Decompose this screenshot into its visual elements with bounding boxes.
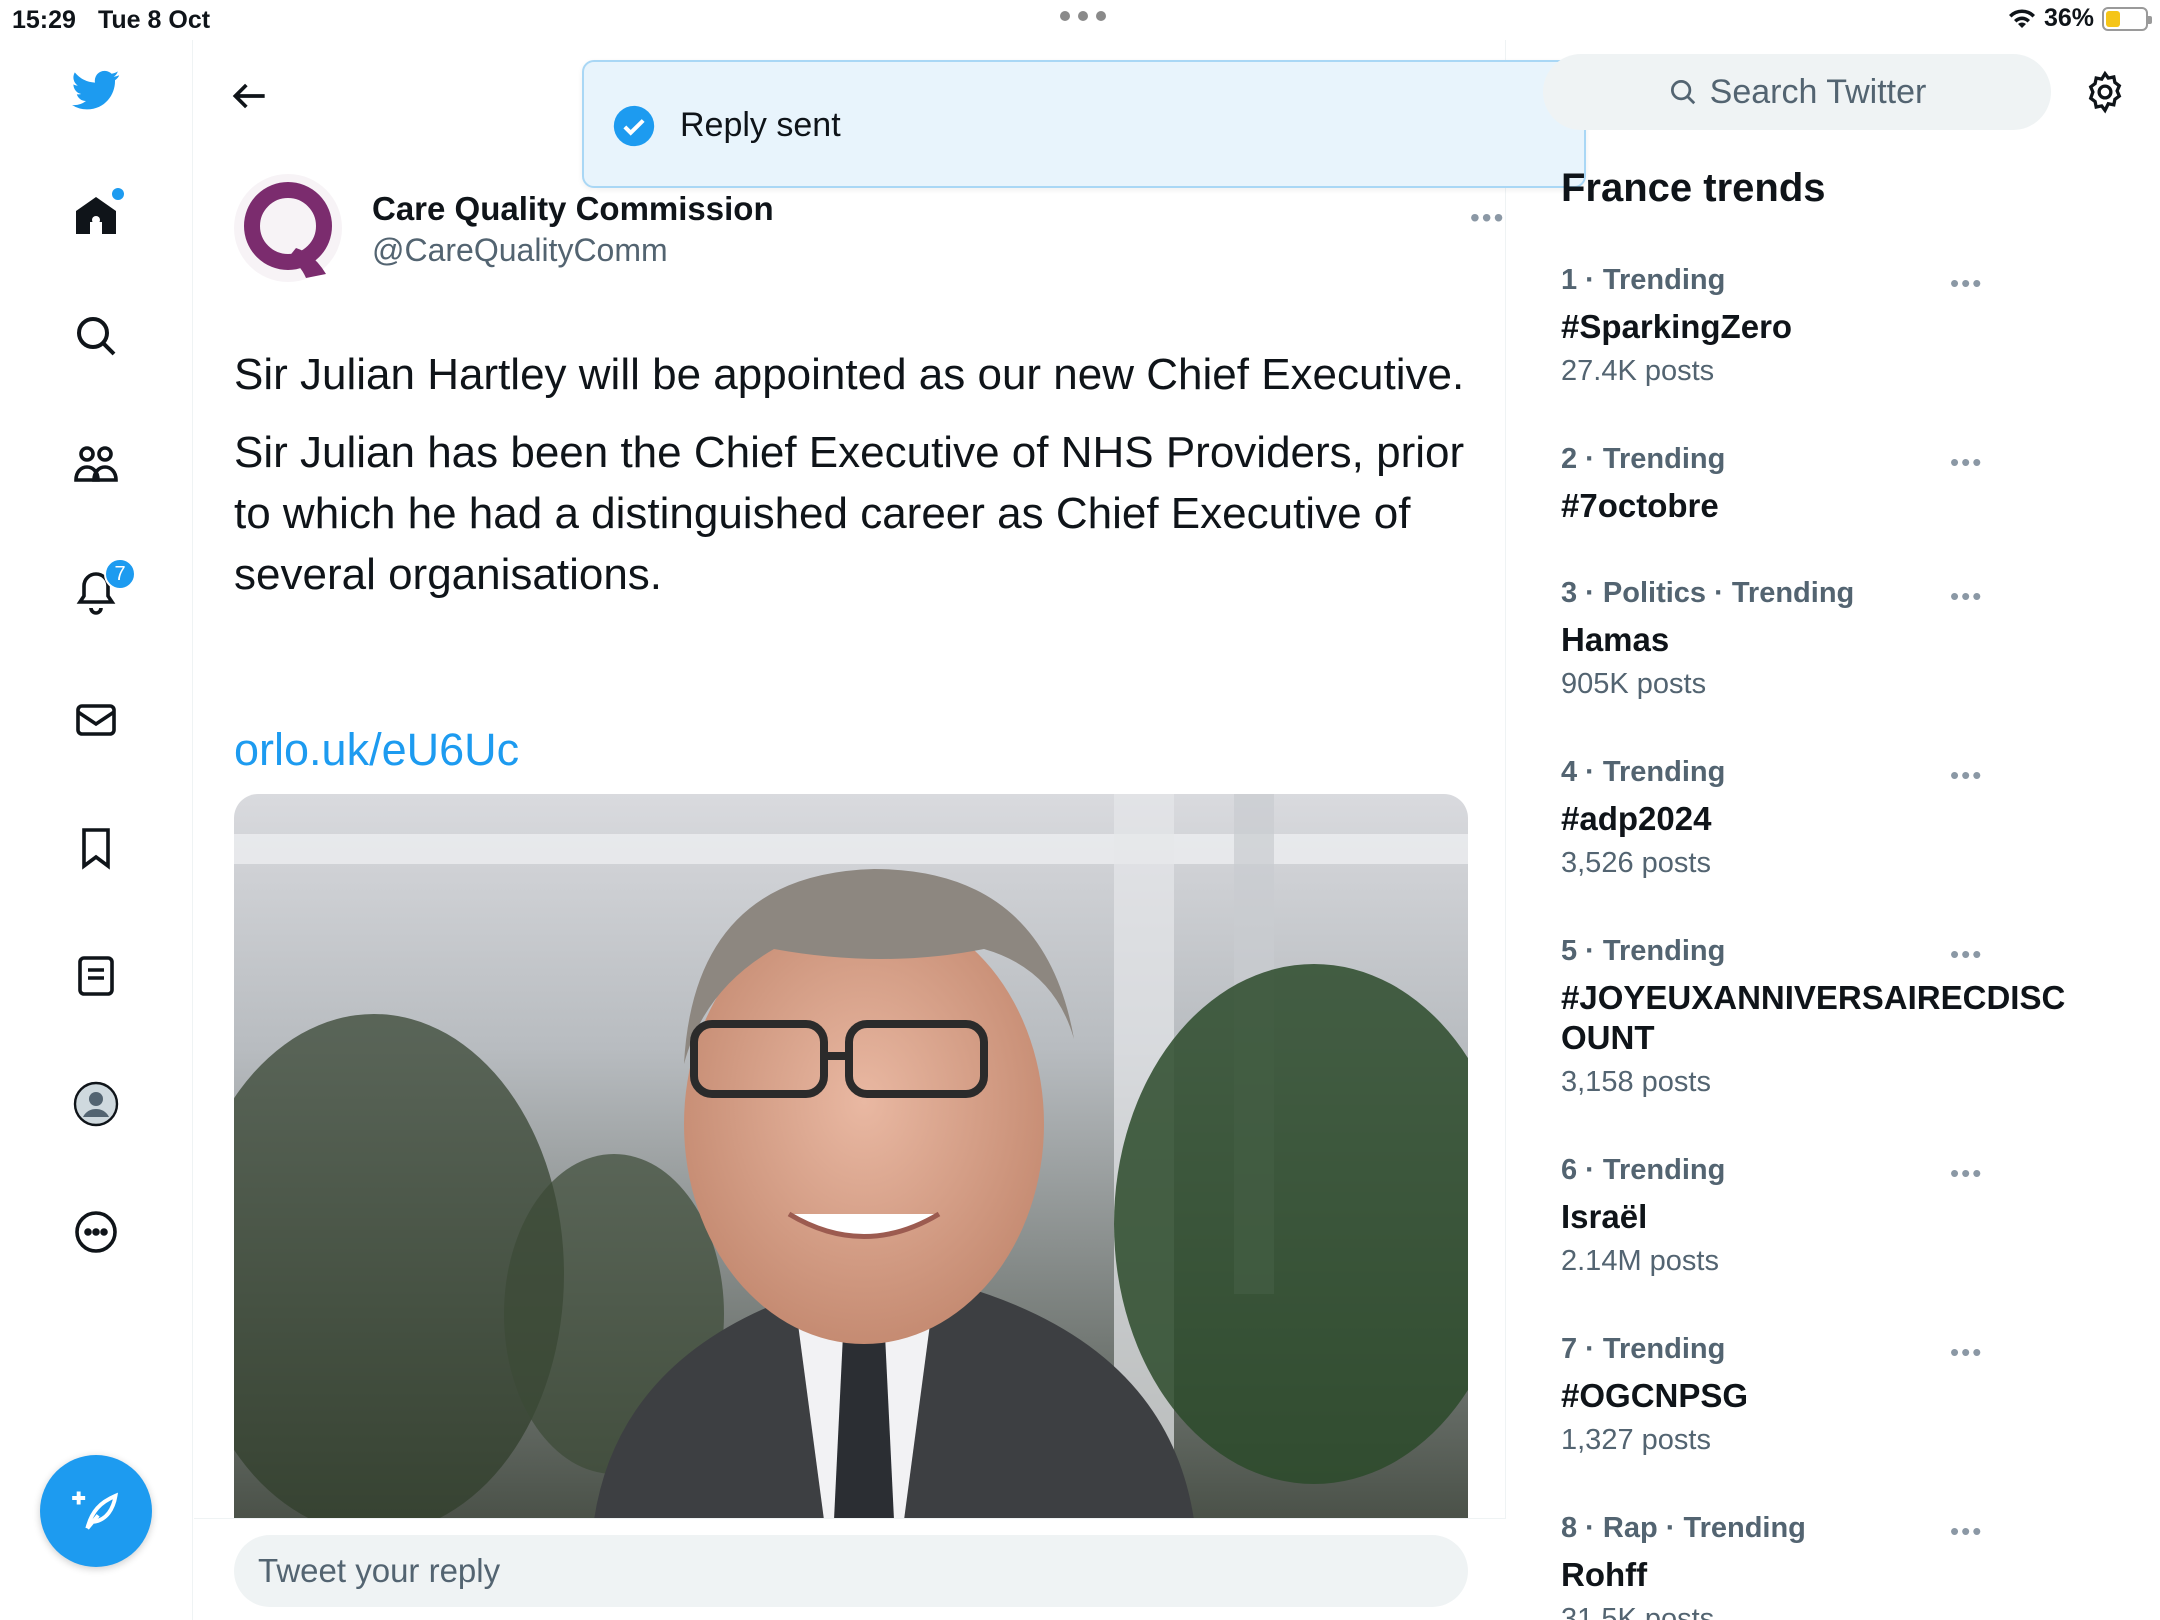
trend-item[interactable]: 6 · Trending Israël 2.14M posts: [1561, 1154, 2121, 1278]
trends-title: France trends: [1561, 166, 1826, 210]
search-icon[interactable]: [70, 310, 122, 362]
trend-item[interactable]: 3 · Politics · Trending Hamas 905K posts: [1561, 577, 2121, 701]
status-indicators: 36%: [2008, 4, 2152, 33]
multitasking-dots-icon[interactable]: [1060, 6, 1106, 26]
toast-message: Reply sent: [680, 106, 841, 144]
trend-item[interactable]: 8 · Rap · Trending Rohff 31.5K posts: [1561, 1512, 2121, 1620]
settings-button[interactable]: [2077, 64, 2133, 120]
trend-more-button[interactable]: •••: [1950, 581, 1983, 612]
trend-name: Israël: [1561, 1198, 1648, 1235]
tweet-author: Care Quality Commission @CareQualityComm…: [234, 170, 1503, 290]
messages-icon[interactable]: [70, 694, 122, 746]
profile-icon[interactable]: [70, 1078, 122, 1130]
trend-count: 905K posts: [1561, 668, 1707, 700]
compose-tweet-icon: [72, 1491, 119, 1530]
left-navigation: 7: [0, 40, 193, 1620]
home-icon[interactable]: [70, 188, 124, 242]
trend-item[interactable]: 4 · Trending #adp2024 3,526 posts: [1561, 756, 2121, 880]
tweet-text: Sir Julian Hartley will be appointed as …: [234, 344, 1474, 622]
trend-name: #JOYEUXANNIVERSAIRECDISCOUNT: [1561, 979, 2066, 1056]
tweet-paragraph: Sir Julian has been the Chief Executive …: [234, 428, 1465, 599]
trend-count: 27.4K posts: [1561, 355, 1715, 387]
notification-badge: 7: [104, 558, 136, 590]
trend-more-button[interactable]: •••: [1950, 447, 1983, 478]
trend-more-button[interactable]: •••: [1950, 1158, 1983, 1189]
reply-sent-toast: Reply sent: [582, 60, 1586, 188]
checkmark-circle-icon: [613, 105, 655, 147]
author-handle[interactable]: @CareQualityComm: [372, 232, 668, 269]
trend-more-button[interactable]: •••: [1950, 939, 1983, 970]
trend-item[interactable]: 7 · Trending #OGCNPSG 1,327 posts: [1561, 1333, 2121, 1457]
reply-input[interactable]: [234, 1535, 1468, 1607]
trend-item[interactable]: 5 · Trending #JOYEUXANNIVERSAIRECDISCOUN…: [1561, 935, 2121, 1099]
tweet-photo[interactable]: [234, 794, 1468, 1520]
home-unread-dot: [112, 188, 124, 200]
tweet-paragraph: Sir Julian Hartley will be appointed as …: [234, 350, 1465, 399]
search-icon: [1670, 80, 1695, 105]
trend-count: 3,158 posts: [1561, 1066, 1711, 1098]
search-placeholder: Search Twitter: [1709, 72, 1927, 111]
notifications-icon[interactable]: 7: [70, 558, 136, 618]
trend-meta: 5 · Trending: [1561, 935, 1726, 967]
trend-count: 2.14M posts: [1561, 1245, 1719, 1277]
trend-name: #7octobre: [1561, 487, 1719, 524]
bookmarks-icon[interactable]: [70, 822, 122, 874]
trend-more-button[interactable]: •••: [1950, 1337, 1983, 1368]
trend-count: 31.5K posts: [1561, 1603, 1715, 1620]
trend-meta: 6 · Trending: [1561, 1154, 1726, 1186]
lists-icon[interactable]: [70, 950, 122, 1002]
battery-percent: 36%: [2043, 4, 2094, 32]
trend-more-button[interactable]: •••: [1950, 268, 1983, 299]
author-name[interactable]: Care Quality Commission: [372, 190, 774, 228]
communities-icon[interactable]: [70, 438, 122, 490]
trend-meta: 4 · Trending: [1561, 756, 1726, 788]
trend-meta: 3 · Politics · Trending: [1561, 577, 1855, 609]
search-twitter-input[interactable]: Search Twitter: [1543, 54, 2051, 130]
trend-item[interactable]: 2 · Trending #7octobre: [1561, 443, 2121, 526]
tweet-detail: Care Quality Commission @CareQualityComm…: [194, 40, 1506, 1620]
tweet-link[interactable]: orlo.uk/eU6Uc: [234, 724, 519, 776]
trend-more-button[interactable]: •••: [1950, 1516, 1983, 1547]
twitter-bird-icon[interactable]: [70, 64, 122, 116]
trend-item[interactable]: 1 · Trending #SparkingZero 27.4K posts: [1561, 264, 2121, 388]
back-arrow-icon: [232, 83, 265, 109]
trend-name: #OGCNPSG: [1561, 1377, 1749, 1414]
trend-more-button[interactable]: •••: [1950, 760, 1983, 791]
status-time: 15:29: [12, 6, 76, 34]
trend-name: Hamas: [1561, 621, 1670, 658]
compose-tweet-button[interactable]: [40, 1455, 152, 1567]
trend-meta: 7 · Trending: [1561, 1333, 1726, 1365]
trend-count: 1,327 posts: [1561, 1424, 1711, 1456]
back-button[interactable]: [222, 68, 278, 124]
trend-name: #adp2024: [1561, 800, 1712, 837]
trend-meta: 8 · Rap · Trending: [1561, 1512, 1806, 1544]
right-sidebar: Search Twitter France trends 1 · Trendin…: [1507, 40, 2160, 1620]
reply-bar: [194, 1518, 1506, 1620]
gear-icon: [2088, 70, 2122, 114]
cqc-logo-avatar[interactable]: [234, 170, 346, 290]
tweet-more-button[interactable]: •••: [1470, 202, 1505, 234]
trend-count: 3,526 posts: [1561, 847, 1711, 879]
more-icon[interactable]: [70, 1206, 122, 1258]
trend-meta: 2 · Trending: [1561, 443, 1726, 475]
trend-name: Rohff: [1561, 1556, 1648, 1593]
status-bar: 15:29 Tue 8 Oct 36%: [0, 0, 2160, 40]
trend-name: #SparkingZero: [1561, 308, 1793, 345]
trend-meta: 1 · Trending: [1561, 264, 1726, 296]
status-date: Tue 8 Oct: [98, 6, 211, 34]
battery-icon: [2102, 6, 2152, 31]
wifi-icon: [2008, 8, 2035, 28]
